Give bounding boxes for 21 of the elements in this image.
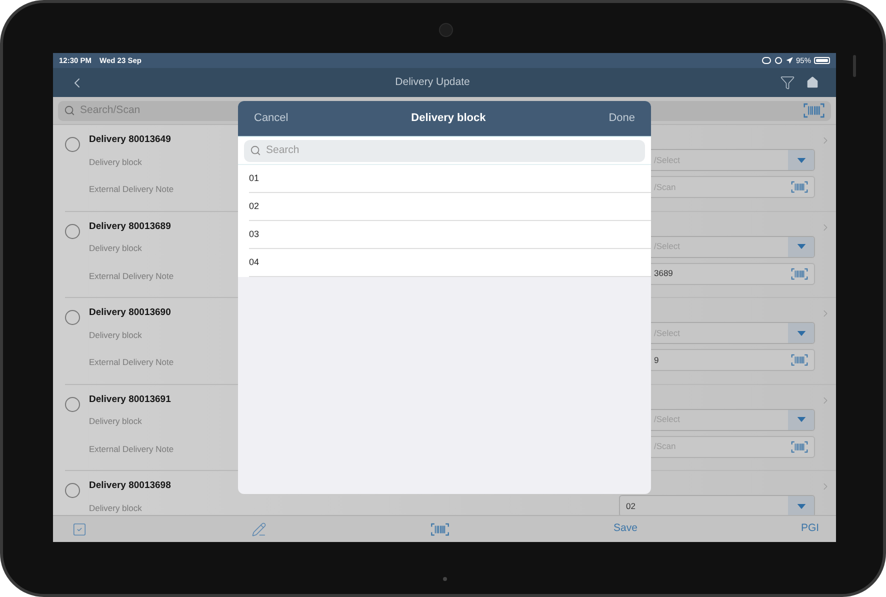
field-label: Delivery block: [89, 330, 143, 339]
field-label: External Delivery Note: [89, 185, 175, 194]
search-placeholder: Search: [266, 142, 300, 158]
delivery-title: Delivery 80013690: [89, 308, 172, 318]
delivery-title: Delivery 80013649: [89, 135, 172, 144]
field-label: External Delivery Note: [89, 358, 175, 366]
delivery-title: Delivery 80013691: [89, 394, 172, 404]
search-placeholder: Search/Scan: [80, 102, 140, 118]
field-value: 9: [654, 356, 659, 364]
delivery-title: Delivery 80013689: [89, 222, 172, 231]
field-label: External Delivery Note: [89, 272, 175, 280]
field-value: 3689: [654, 269, 673, 278]
field-label: Delivery block: [89, 504, 143, 512]
field-value: 02: [626, 502, 636, 510]
delivery-title: Delivery 80013698: [89, 481, 172, 490]
field-label: External Delivery Note: [89, 444, 175, 453]
field-label: Delivery block: [89, 158, 143, 166]
field-label: Delivery block: [89, 417, 143, 426]
field-label: Delivery block: [89, 244, 143, 252]
page-title: Delivery Update: [394, 74, 471, 90]
picker-title: Delivery block: [410, 111, 487, 126]
